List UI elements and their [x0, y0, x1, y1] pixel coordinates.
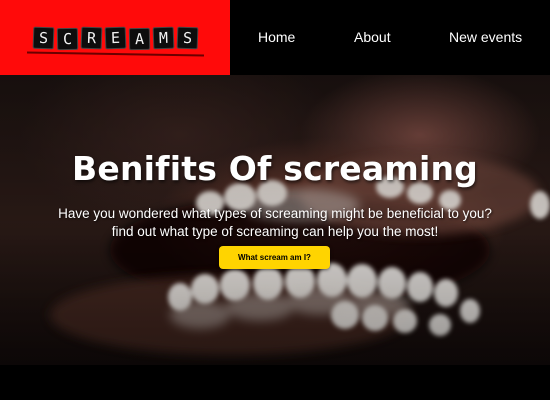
logo-letter: S — [176, 26, 198, 49]
logo-letter-tiles: S C R E A M S — [26, 26, 204, 57]
top-navigation-bar: S C R E A M S Home About New events — [0, 0, 550, 75]
logo-letter: M — [152, 26, 174, 49]
logo-letter: C — [56, 27, 78, 50]
logo-letter: S — [32, 26, 54, 49]
nav-link-about[interactable]: About — [354, 29, 391, 45]
what-scream-am-i-button[interactable]: What scream am I? — [219, 246, 330, 269]
hero-subtitle: Have you wondered what types of screamin… — [0, 205, 550, 241]
logo-thread-decoration — [26, 50, 204, 57]
hero-title: Benifits Of screaming — [72, 149, 478, 188]
page-bottom-band — [0, 365, 550, 400]
screams-logo[interactable]: S C R E A M S — [0, 0, 230, 75]
main-nav: Home About New events — [230, 0, 550, 75]
logo-letter: E — [104, 26, 126, 49]
nav-link-new-events[interactable]: New events — [449, 29, 522, 45]
hero-subtitle-line: find out what type of screaming can help… — [111, 224, 439, 239]
logo-letter: A — [128, 27, 150, 50]
hero-subtitle-line: Have you wondered what types of screamin… — [58, 206, 492, 221]
logo-letter: R — [80, 26, 102, 49]
hero-section: Benifits Of screaming Have you wondered … — [0, 75, 550, 365]
nav-link-home[interactable]: Home — [258, 29, 295, 45]
